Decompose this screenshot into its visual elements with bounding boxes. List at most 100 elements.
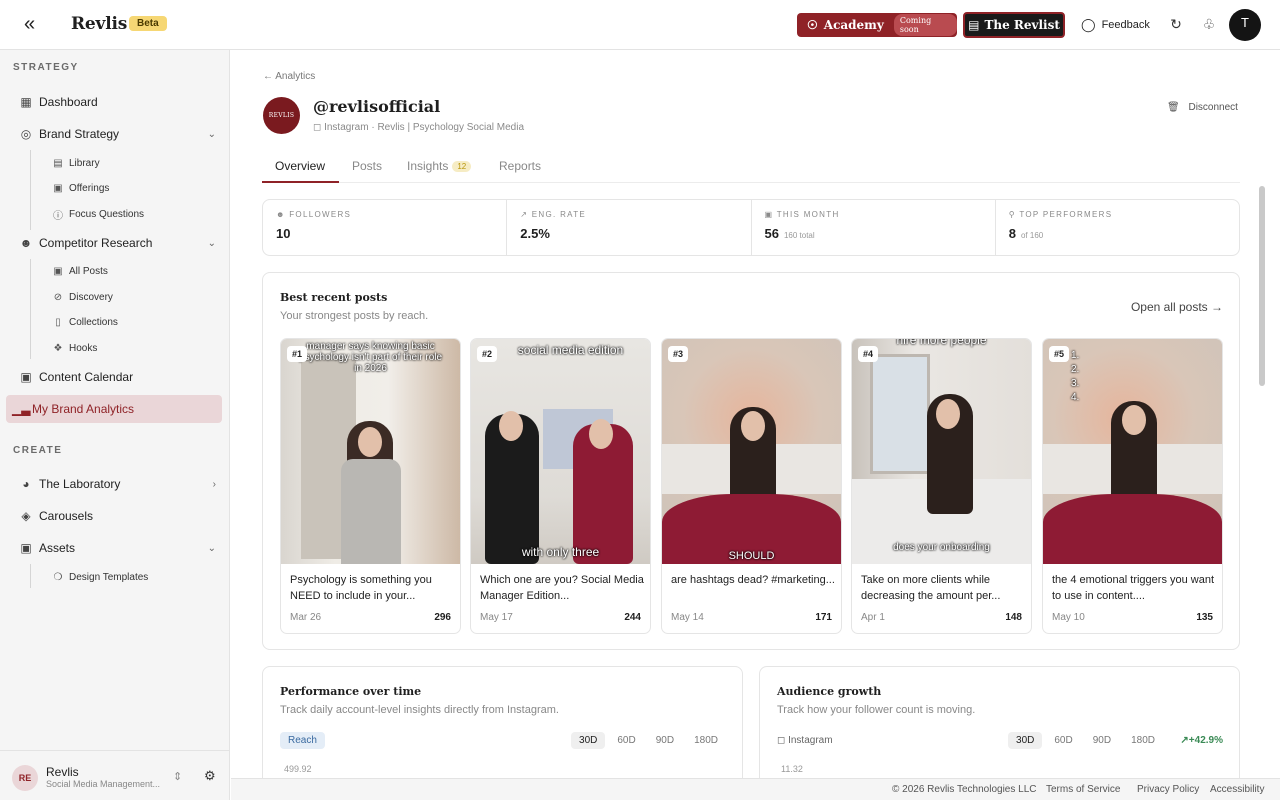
y-axis-max: 499.92 [284, 764, 312, 774]
performance-over-time-card: Performance over time Track daily accoun… [262, 666, 743, 778]
sidebar-item-label: Library [69, 157, 100, 169]
y-axis-max: 11.32 [781, 764, 803, 774]
sidebar-item-discovery[interactable]: ⊘ Discovery [52, 287, 113, 307]
bell-icon[interactable]: ♧ [1201, 16, 1217, 32]
card-subtitle: Your strongest posts by reach. [280, 310, 429, 322]
tab-reports[interactable]: Reports [499, 159, 541, 173]
stat-extra: of 160 [1020, 231, 1044, 240]
tab-overview[interactable]: Overview [275, 159, 325, 173]
workspace-subtitle: Social Media Management... [46, 779, 161, 789]
card-title: Audience growth [777, 685, 882, 698]
book-icon: ▤ [968, 18, 980, 32]
open-all-posts-link[interactable]: Open all posts → [1131, 300, 1223, 314]
sidebar-item-label: All Posts [69, 265, 108, 277]
brand-logo[interactable]: Revlis [71, 14, 127, 34]
main-content: ← Analytics REVLIS @revlisofficial ◻ Ins… [231, 51, 1280, 778]
blanket [1043, 494, 1222, 564]
insights-count-badge: 12 [452, 161, 472, 172]
revlist-button[interactable]: ▤ The Revlist [963, 12, 1065, 38]
sidebar-item-collections[interactable]: ▯ Collections [52, 312, 118, 332]
tab-posts[interactable]: Posts [352, 159, 382, 173]
privacy-link[interactable]: Privacy Policy [1137, 784, 1199, 795]
sidebar-item-library[interactable]: ▤ Library [52, 153, 100, 173]
post-rank-badge: #2 [477, 346, 498, 362]
disconnect-button[interactable]: 🗑︎ Disconnect [1167, 102, 1238, 113]
metric-selector[interactable]: Reach [280, 732, 325, 749]
tab-label: Insights [407, 159, 449, 173]
feedback-button[interactable]: ◯ Feedback [1081, 17, 1150, 33]
stat-label-text: TOP PERFORMERS [1019, 210, 1113, 219]
growth-percentage: ↗+42.9% [1180, 735, 1223, 746]
person-face [1122, 405, 1146, 435]
range-selector: 30D 60D 90D 180D [571, 732, 726, 749]
trophy-icon: ⚲ [1008, 210, 1016, 219]
stat-value-text: 56 [764, 226, 779, 241]
sidebar-item-brand-strategy[interactable]: ◎ Brand Strategy ⌄ [6, 120, 222, 148]
post-reach: 296 [434, 612, 451, 623]
sidebar-item-dashboard[interactable]: ▦ Dashboard [6, 88, 222, 116]
post-rank-badge: #4 [858, 346, 879, 362]
post-reach: 148 [1005, 612, 1022, 623]
post-reach: 244 [624, 612, 641, 623]
post-card[interactable]: SHOULD #3 are hashtags dead? #marketing.… [661, 338, 842, 634]
instagram-icon: ◻ [313, 122, 322, 133]
post-thumbnail: SHOULD #3 [662, 339, 841, 564]
sidebar-item-design-templates[interactable]: ❍ Design Templates [52, 567, 149, 587]
layers-icon: ◈ [21, 509, 31, 523]
tab-insights[interactable]: Insights 12 [407, 159, 472, 173]
post-thumbnail: social media edition with only three #2 [471, 339, 650, 564]
range-selector: 30D 60D 90D 180D [1008, 732, 1163, 749]
sidebar-item-hooks[interactable]: ❖ Hooks [52, 338, 98, 358]
users-icon: ☻ [276, 210, 286, 219]
stat-value: 8 of 160 [1009, 226, 1239, 241]
create-section-label: CREATE [13, 445, 63, 456]
main-scrollbar[interactable] [1259, 186, 1265, 386]
sidebar-item-label: Design Templates [69, 571, 149, 583]
calendar-icon: ▣ [764, 210, 774, 219]
gear-icon[interactable]: ⚙ [204, 768, 216, 784]
sidebar-item-all-posts[interactable]: ▣ All Posts [52, 261, 108, 281]
range-90d[interactable]: 90D [648, 732, 682, 749]
terms-link[interactable]: Terms of Service [1046, 784, 1120, 795]
range-60d[interactable]: 60D [1046, 732, 1080, 749]
post-card[interactable]: social media edition with only three #2 … [470, 338, 651, 634]
sidebar-item-offerings[interactable]: ▣ Offerings [52, 178, 109, 198]
tree-line [30, 150, 31, 230]
range-90d[interactable]: 90D [1085, 732, 1119, 749]
range-180d[interactable]: 180D [686, 732, 726, 749]
range-30d[interactable]: 30D [1008, 732, 1043, 749]
workspace-switcher[interactable]: RE Revlis Social Media Management... ⇕ ⚙ [0, 750, 229, 800]
range-180d[interactable]: 180D [1123, 732, 1163, 749]
person-face [741, 411, 765, 441]
sidebar-item-label: Hooks [69, 342, 98, 354]
accessibility-link[interactable]: Accessibility [1210, 784, 1264, 795]
collapse-sidebar-icon[interactable]: « [24, 14, 46, 36]
post-rank-badge: #5 [1049, 346, 1070, 362]
profile-avatar: REVLIS [263, 97, 300, 134]
academy-button[interactable]: ☉ Academy Coming soon [797, 13, 957, 37]
post-overlay-text: manager says knowing basic psychology is… [298, 341, 443, 374]
switch-icon[interactable]: ⇕ [173, 770, 182, 783]
sidebar-item-label: Collections [69, 316, 118, 328]
sidebar-item-carousels[interactable]: ◈ Carousels [6, 502, 222, 530]
post-overlay-text: with only three [521, 545, 600, 559]
platform-label: Instagram [788, 735, 833, 746]
post-card[interactable]: manager says knowing basic psychology is… [280, 338, 461, 634]
post-date: May 14 [671, 612, 704, 623]
stats-row: ☻ FOLLOWERS 10 ↗ ENG. RATE 2.5% ▣ THIS M… [262, 199, 1240, 256]
active-tab-indicator [262, 181, 339, 183]
post-card[interactable]: hire more people does your onboarding #4… [851, 338, 1032, 634]
sidebar-item-my-brand-analytics[interactable]: ▁▃ My Brand Analytics [6, 395, 222, 423]
sidebar-item-focus-questions[interactable]: ⓘ Focus Questions [52, 204, 144, 224]
post-card[interactable]: 1. 2. 3. 4. #5 the 4 emotional triggers … [1042, 338, 1223, 634]
sidebar-item-competitor-research[interactable]: ☻ Competitor Research ⌄ [6, 229, 222, 257]
breadcrumb[interactable]: ← Analytics [263, 71, 315, 82]
refresh-icon[interactable]: ↻ [1168, 16, 1184, 32]
range-60d[interactable]: 60D [609, 732, 643, 749]
sidebar-item-content-calendar[interactable]: ▣ Content Calendar [6, 363, 222, 391]
range-30d[interactable]: 30D [571, 732, 606, 749]
coming-soon-badge: Coming soon [893, 14, 957, 36]
user-avatar[interactable]: T [1229, 9, 1261, 41]
sidebar-item-assets[interactable]: ▣ Assets ⌄ [6, 534, 222, 562]
sidebar-item-the-laboratory[interactable]: ◕ The Laboratory › [6, 470, 222, 498]
